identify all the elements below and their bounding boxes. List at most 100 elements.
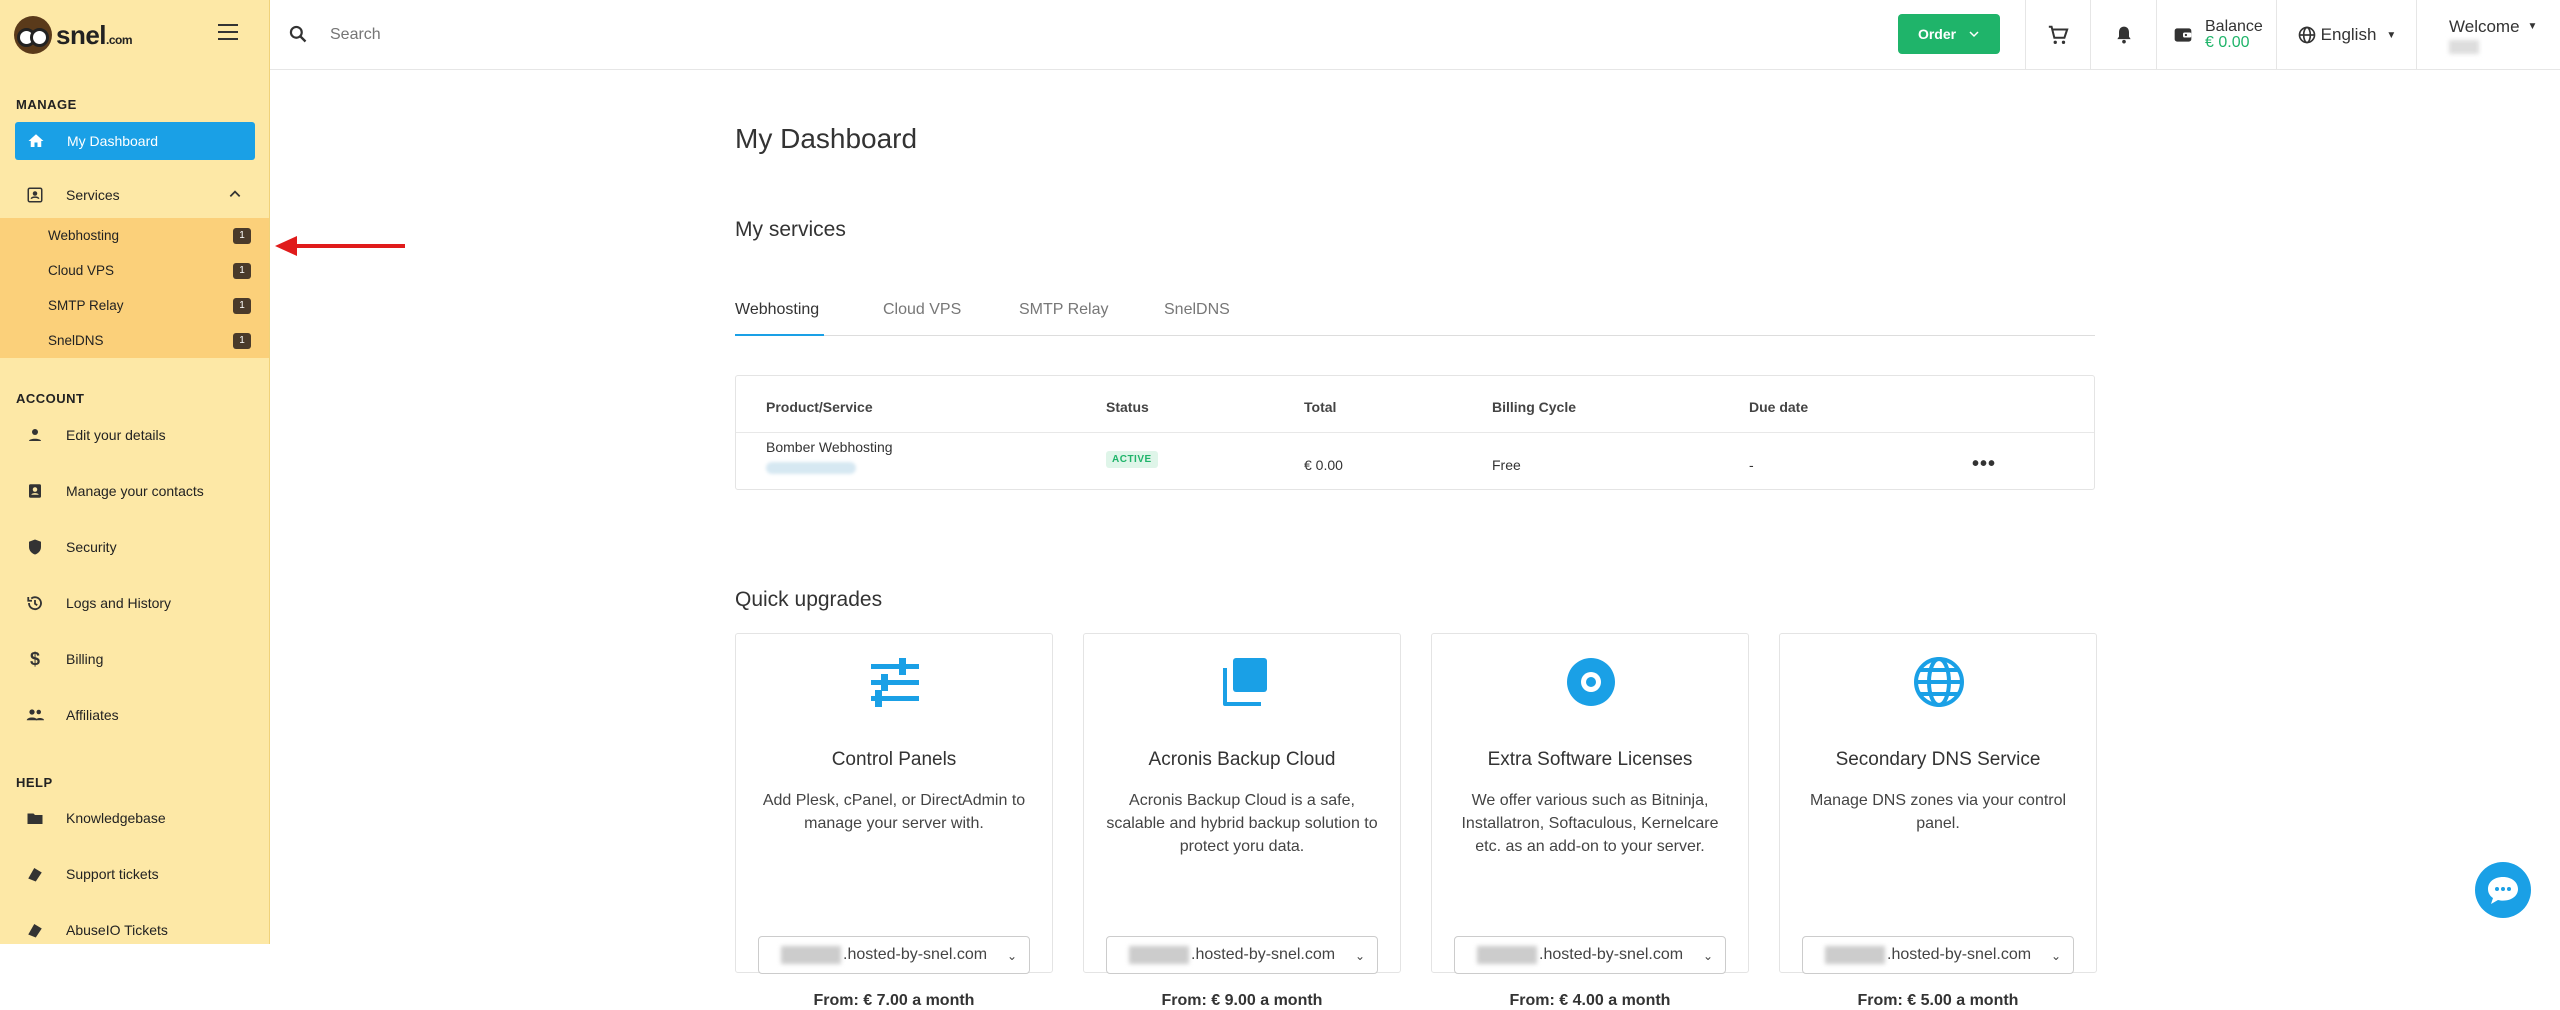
- balance-label: Balance: [2205, 18, 2263, 35]
- wallet-icon: [2174, 28, 2192, 42]
- card-title: Secondary DNS Service: [1835, 749, 2041, 770]
- logo-suffix: .com: [106, 32, 133, 47]
- server-select[interactable]: .hosted-by-snel.com ⌄: [758, 936, 1030, 974]
- order-button[interactable]: Order: [1898, 14, 2000, 54]
- status-badge: ACTIVE: [1106, 451, 1158, 468]
- upgrade-card-control-panels: Control Panels Add Plesk, cPanel, or Dir…: [735, 633, 1053, 1009]
- chevron-up-icon[interactable]: [228, 187, 242, 204]
- language-label: English: [2320, 25, 2377, 44]
- upgrade-card-acronis: Acronis Backup Cloud Acronis Backup Clou…: [1083, 633, 1401, 1009]
- server-redacted: [1477, 946, 1537, 964]
- total-value: € 0.00: [1304, 457, 1343, 473]
- subitem-label: SMTP Relay: [48, 298, 124, 313]
- card-description: We offer various such as Bitninja, Insta…: [1461, 792, 1719, 855]
- services-heading: My services: [735, 218, 846, 241]
- caret-down-icon: ▼: [2386, 29, 2397, 41]
- tab-sneldns[interactable]: SnelDNS: [1164, 301, 1230, 336]
- chat-button[interactable]: [2475, 862, 2531, 918]
- sidebar-item-label: Edit your details: [66, 427, 166, 443]
- search-icon: [289, 25, 307, 43]
- subitem-label: Cloud VPS: [48, 263, 115, 278]
- domain-redacted: [766, 462, 856, 474]
- menu-toggle-icon[interactable]: [218, 24, 238, 40]
- column-header: Billing Cycle: [1492, 399, 1577, 415]
- globe-icon: [2298, 26, 2315, 44]
- sidebar-item-label: Knowledgebase: [66, 810, 166, 826]
- chat-icon: [2488, 877, 2518, 904]
- column-header: Status: [1106, 399, 1149, 415]
- server-select[interactable]: .hosted-by-snel.com ⌄: [1802, 936, 2074, 974]
- sidebar-item-contacts[interactable]: Manage your contacts: [0, 463, 269, 519]
- due-date-value: -: [1749, 457, 1754, 473]
- sidebar-item-label: Services: [66, 187, 120, 203]
- sidebar-item-affiliates[interactable]: Affiliates: [0, 687, 269, 743]
- shield-icon: [24, 536, 46, 558]
- page-title: My Dashboard: [735, 123, 918, 154]
- username-redacted: [2449, 39, 2479, 54]
- sidebar-subitem-smtp-relay[interactable]: SMTP Relay 1: [0, 288, 269, 323]
- folder-icon: [24, 807, 46, 829]
- select-value: .hosted-by-snel.com: [1887, 946, 2032, 963]
- sidebar-item-label: Support tickets: [66, 866, 159, 882]
- sidebar-item-logs[interactable]: Logs and History: [0, 575, 269, 631]
- welcome-label: Welcome: [2449, 16, 2520, 36]
- balance-value: € 0.00: [2205, 34, 2250, 51]
- sidebar-item-label: Affiliates: [66, 707, 119, 723]
- upgrade-card-secondary-dns: Secondary DNS Service Manage DNS zones v…: [1779, 633, 2097, 1009]
- server-select[interactable]: .hosted-by-snel.com ⌄: [1106, 936, 1378, 974]
- sidebar-item-security[interactable]: Security: [0, 519, 269, 575]
- tab-cloud-vps[interactable]: Cloud VPS: [883, 301, 961, 336]
- column-header: Total: [1304, 399, 1337, 415]
- sidebar-item-support-tickets[interactable]: Support tickets: [0, 846, 269, 902]
- column-header: Product/Service: [766, 399, 873, 415]
- cart-icon: [2048, 25, 2069, 44]
- subitem-label: SnelDNS: [48, 333, 104, 348]
- notifications-button[interactable]: [2090, 0, 2156, 70]
- card-price: From: € 5.00 a month: [1857, 992, 2019, 1009]
- select-value: .hosted-by-snel.com: [843, 946, 988, 963]
- sidebar-subitem-cloud-vps[interactable]: Cloud VPS 1: [0, 253, 269, 288]
- sidebar-subitem-sneldns[interactable]: SnelDNS 1: [0, 323, 269, 358]
- tab-smtp-relay[interactable]: SMTP Relay: [1019, 301, 1109, 336]
- column-header: Due date: [1749, 399, 1809, 415]
- card-description: Manage DNS zones via your control panel.: [1809, 792, 2067, 832]
- card-price: From: € 4.00 a month: [1509, 992, 1671, 1009]
- sidebar-item-billing[interactable]: $ Billing: [0, 631, 269, 687]
- sidebar-item-dashboard[interactable]: My Dashboard: [15, 122, 255, 160]
- logo[interactable]: snel.com: [0, 0, 269, 70]
- section-title-manage: MANAGE: [16, 97, 77, 112]
- sidebar-item-label: AbuseIO Tickets: [66, 922, 168, 938]
- globe-icon: [1914, 657, 1964, 707]
- server-redacted: [1129, 946, 1189, 964]
- count-badge: 1: [233, 332, 251, 349]
- search-input[interactable]: [330, 20, 930, 50]
- logo-mascot-icon: [14, 16, 52, 54]
- sidebar-item-abuseio[interactable]: AbuseIO Tickets: [0, 902, 269, 958]
- copy-icon: [1223, 658, 1267, 706]
- chevron-down-icon: ⌄: [1702, 949, 1713, 963]
- tab-webhosting[interactable]: Webhosting: [735, 301, 824, 336]
- server-redacted: [781, 946, 841, 964]
- services-icon: [24, 184, 46, 206]
- sidebar-item-edit-details[interactable]: Edit your details: [0, 407, 269, 463]
- more-actions-icon[interactable]: •••: [1972, 453, 1996, 476]
- sidebar-item-knowledgebase[interactable]: Knowledgebase: [0, 790, 269, 846]
- server-select[interactable]: .hosted-by-snel.com ⌄: [1454, 936, 1726, 974]
- dollar-icon: $: [29, 648, 40, 669]
- count-badge: 1: [233, 262, 251, 279]
- sidebar-item-services[interactable]: Services: [0, 167, 269, 223]
- services-tabs: Webhosting Cloud VPS SMTP Relay SnelDNS: [735, 301, 2095, 336]
- sidebar-subitem-webhosting[interactable]: Webhosting 1: [0, 218, 269, 253]
- product-name[interactable]: Bomber Webhosting: [766, 439, 893, 455]
- user-menu[interactable]: Welcome ▼: [2416, 0, 2556, 70]
- upgrades-heading: Quick upgrades: [735, 588, 883, 611]
- cart-button[interactable]: [2025, 0, 2090, 70]
- card-description: Add Plesk, cPanel, or DirectAdmin to man…: [762, 792, 1026, 832]
- sidebar: snel.com MANAGE My Dashboard Services We…: [0, 0, 270, 944]
- history-icon: [24, 592, 46, 614]
- help-menu: Knowledgebase Support tickets AbuseIO Ti…: [0, 790, 269, 958]
- disc-icon: [1567, 658, 1615, 706]
- bell-icon: [2116, 26, 2131, 44]
- language-selector[interactable]: English ▼: [2276, 0, 2416, 70]
- balance-widget[interactable]: Balance € 0.00: [2156, 0, 2276, 70]
